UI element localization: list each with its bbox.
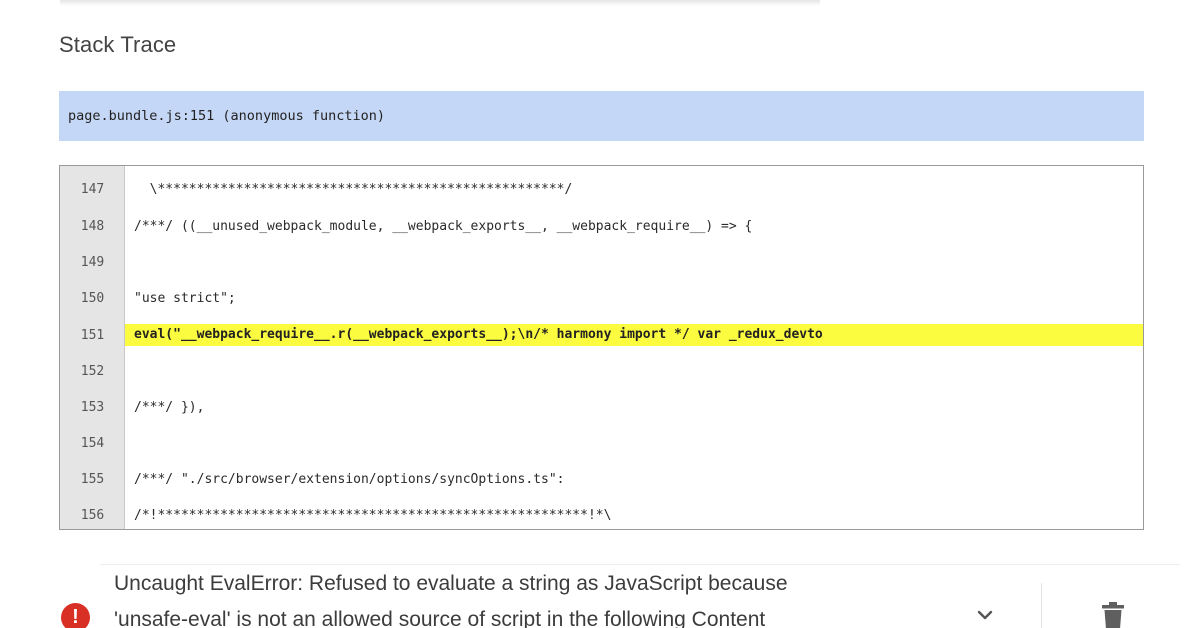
- error-message: Uncaught EvalError: Refused to evaluate …: [114, 566, 894, 628]
- code-line: 147 \***********************************…: [60, 174, 1143, 204]
- section-title: Stack Trace: [59, 32, 177, 57]
- code-line: 156 /*!*********************************…: [60, 500, 1143, 529]
- line-number: 147: [80, 181, 105, 197]
- stack-frame-label: page.bundle.js:151 (anonymous function): [68, 108, 385, 124]
- line-code: /*!*************************************…: [134, 507, 612, 523]
- code-line-highlighted: 151 eval("__webpack_require__.r(__webpac…: [60, 320, 1143, 350]
- code-viewer[interactable]: 147 \***********************************…: [59, 165, 1144, 530]
- code-line: 150 "use strict";: [60, 283, 1143, 313]
- line-code: \***************************************…: [134, 181, 573, 197]
- error-message-line: Uncaught EvalError: Refused to evaluate …: [114, 572, 788, 595]
- line-number: 149: [80, 254, 105, 270]
- code-line: 153 /***/ }),: [60, 392, 1143, 422]
- line-code: /***/ "./src/browser/extension/options/s…: [134, 471, 565, 487]
- line-code: /***/ ((__unused_webpack_module, __webpa…: [134, 218, 753, 234]
- code-line: 148 /***/ ((__unused_webpack_module, __w…: [60, 211, 1143, 241]
- line-number: 154: [80, 435, 105, 451]
- line-number: 148: [80, 218, 105, 234]
- error-message-line: 'unsafe-eval' is not an allowed source o…: [114, 608, 766, 628]
- separator: [1041, 583, 1042, 628]
- code-line: 152: [60, 356, 1143, 386]
- code-line: 149: [60, 247, 1143, 277]
- line-number: 153: [80, 399, 105, 415]
- line-number: 152: [80, 363, 105, 379]
- trash-icon[interactable]: [1100, 601, 1126, 628]
- code-line: 155 /***/ "./src/browser/extension/optio…: [60, 464, 1143, 494]
- top-edge: [60, 0, 820, 6]
- line-code: /***/ }),: [134, 399, 205, 415]
- line-code: "use strict";: [134, 290, 236, 306]
- divider: [100, 564, 1180, 565]
- line-number: 151: [80, 327, 105, 343]
- code-line: 154: [60, 428, 1143, 458]
- line-number: 155: [80, 471, 105, 487]
- error-icon: !: [61, 603, 90, 628]
- line-number: 150: [80, 290, 105, 306]
- line-number: 156: [80, 507, 105, 523]
- line-code: eval("__webpack_require__.r(__webpack_ex…: [125, 324, 1143, 346]
- stack-frame[interactable]: page.bundle.js:151 (anonymous function): [59, 91, 1144, 141]
- chevron-down-icon[interactable]: [974, 604, 996, 626]
